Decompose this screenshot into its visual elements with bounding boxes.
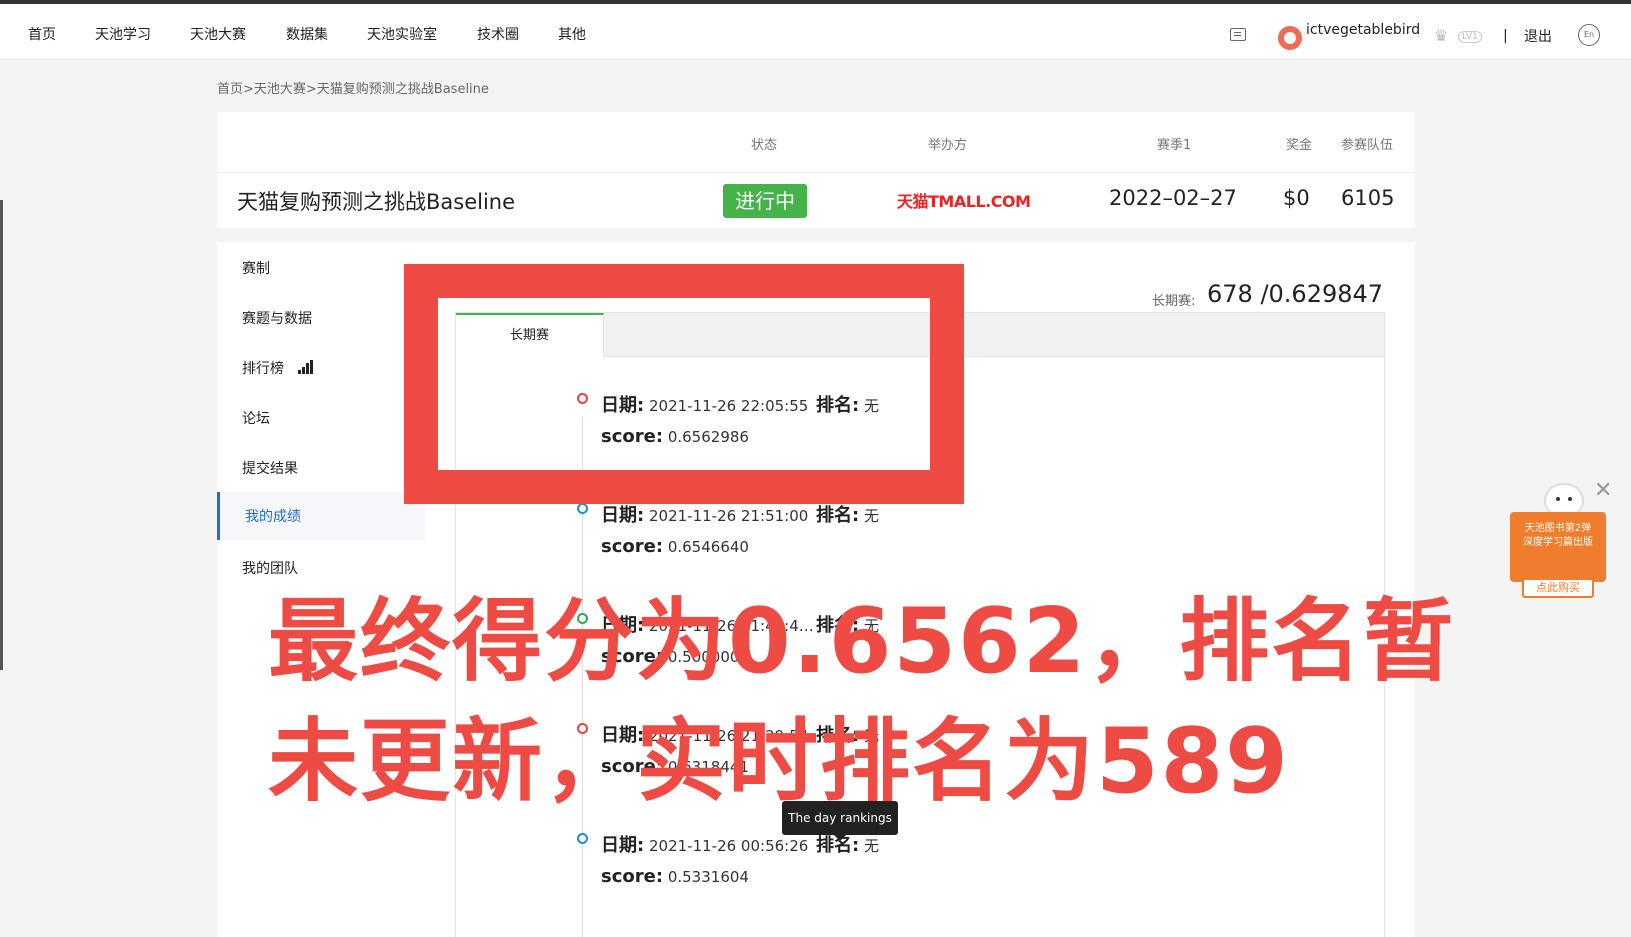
crown-icon: ♛ (1434, 26, 1449, 45)
header-divider (217, 172, 1415, 173)
avatar[interactable] (1278, 26, 1302, 50)
timeline-dot (577, 833, 588, 844)
nav-item-lab[interactable]: 天池实验室 (367, 24, 437, 44)
entry-date: 日期: 2021-11-26 00:56:26 (601, 835, 809, 856)
teams-label: 参赛队伍 (1341, 138, 1394, 153)
annotation-text-line1: 最终得分为0.6562，排名暂 (268, 589, 1456, 694)
teams-count: 6105 (1341, 186, 1395, 210)
entry-score: score: 0.5331604 (601, 866, 749, 887)
language-toggle-icon[interactable]: En (1578, 24, 1600, 46)
entry-date: 日期: 2021-11-26 21:51:00 (601, 505, 809, 526)
competition-header: 状态 举办方 赛季1 奖金 参赛队伍 天猫复购预测之挑战Baseline 进行中… (217, 112, 1415, 228)
annotation-text-line2: 未更新，实时排名为589 (268, 709, 1290, 814)
sidebar-active-indicator (217, 492, 220, 540)
sidebar-item-leaderboard[interactable]: 排行榜 (242, 358, 284, 378)
promo-line1: 天池图书第2弹 (1524, 523, 1592, 534)
long-term-label: 长期赛: (1152, 294, 1196, 309)
breadcrumb[interactable]: 首页>天池大赛>天猫复购预测之挑战Baseline (217, 78, 489, 97)
nav-item-learning[interactable]: 天池学习 (95, 24, 151, 44)
message-icon[interactable] (1230, 28, 1246, 41)
promo-widget[interactable]: ✕ 天池图书第2弹 深度学习篇出版 点此购买 (1508, 478, 1612, 606)
sidebar-item-my-scores[interactable]: 我的成绩 (245, 506, 301, 526)
entry-score: score: 0.6546640 (601, 536, 749, 557)
status-label: 状态 (751, 138, 778, 153)
close-icon[interactable]: ✕ (1594, 478, 1612, 503)
sidebar-item-forum[interactable]: 论坛 (242, 408, 270, 428)
organizer-label: 举办方 (928, 138, 968, 153)
username[interactable]: ictvegetablebird (1306, 22, 1420, 38)
leaderboard-icon (298, 360, 315, 374)
entry-rank: 排名: 无 (816, 505, 879, 526)
top-navigation: 首页 天池学习 天池大赛 数据集 天池实验室 技术圈 其他 ictvegetab… (0, 4, 1631, 60)
prize-label: 奖金 (1286, 138, 1313, 153)
prize-value: $0 (1283, 186, 1310, 210)
nav-divider: | (1503, 28, 1508, 44)
long-term-score: 678 /0.629847 (1207, 280, 1384, 308)
nav-item-tech-circle[interactable]: 技术圈 (477, 24, 519, 44)
timeline-entry: 日期: 2021-11-26 00:56:26排名: 无score: 0.533… (456, 833, 1356, 913)
promo-banner[interactable]: 天池图书第2弹 深度学习篇出版 (1510, 512, 1606, 582)
level-badge: LV1 (1458, 31, 1482, 43)
nav-item-home[interactable]: 首页 (28, 24, 56, 44)
timeline-dot (577, 503, 588, 514)
season-date: 2022–02–27 (1109, 186, 1237, 210)
status-badge: 进行中 (723, 184, 807, 218)
competition-title: 天猫复购预测之挑战Baseline (237, 190, 516, 214)
sidebar-item-problem-data[interactable]: 赛题与数据 (242, 308, 312, 328)
season-label: 赛季1 (1157, 138, 1192, 153)
nav-item-other[interactable]: 其他 (558, 24, 586, 44)
annotation-box (404, 264, 964, 504)
sidebar-item-submit[interactable]: 提交结果 (242, 458, 298, 478)
nav-item-competitions[interactable]: 天池大赛 (190, 24, 246, 44)
sidebar-item-rules[interactable]: 赛制 (242, 258, 270, 278)
logout-link[interactable]: 退出 (1524, 26, 1552, 46)
nav-item-datasets[interactable]: 数据集 (286, 24, 328, 44)
promo-buy-button[interactable]: 点此购买 (1522, 578, 1594, 598)
left-edge-shadow (0, 200, 3, 670)
organizer-logo: 天猫TMALL.COM (897, 192, 1031, 211)
promo-line2: 深度学习篇出版 (1523, 537, 1593, 548)
